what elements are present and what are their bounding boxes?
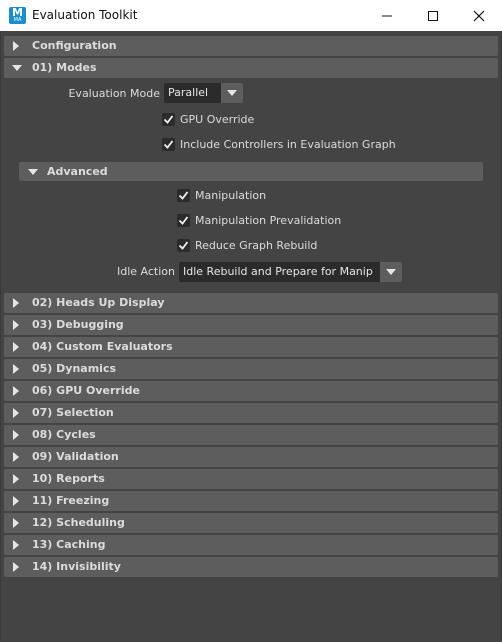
window-title: Evaluation Toolkit	[32, 8, 138, 22]
section-bar[interactable]: 02) Heads Up Display	[4, 293, 498, 313]
expand-arrow-icon	[13, 41, 19, 51]
section-bar[interactable]: 04) Custom Evaluators	[4, 337, 498, 357]
chevron-down-icon	[386, 269, 396, 275]
checkmark-icon	[178, 216, 189, 225]
subsection-label: Advanced	[47, 165, 108, 178]
section-bar[interactable]: 09) Validation	[4, 447, 498, 467]
section-label: 03) Debugging	[32, 318, 124, 331]
manipulation-checkbox[interactable]	[177, 189, 190, 202]
maximize-button[interactable]	[410, 0, 456, 31]
expand-arrow-icon	[13, 342, 19, 352]
maya-app-icon: M MA	[9, 6, 26, 24]
section-label: 04) Custom Evaluators	[32, 340, 173, 353]
title-bar: M MA Evaluation Toolkit	[0, 0, 502, 31]
checkmark-icon	[178, 241, 189, 250]
expand-arrow-icon	[13, 562, 19, 572]
section-modes[interactable]: 01) Modes	[4, 58, 498, 78]
idle-action-value: Idle Rebuild and Prepare for Manip	[183, 265, 373, 278]
manipulation-prevalidation-checkbox[interactable]	[177, 214, 190, 227]
section-bar[interactable]: 05) Dynamics	[4, 359, 498, 379]
section-bar[interactable]: 14) Invisibility	[4, 557, 498, 577]
evaluation-mode-value: Parallel	[168, 86, 209, 99]
include-controllers-checkbox[interactable]	[162, 138, 175, 151]
collapse-arrow-icon	[12, 65, 22, 71]
expand-arrow-icon	[13, 540, 19, 550]
collapse-arrow-icon	[28, 169, 38, 175]
section-bar[interactable]: 08) Cycles	[4, 425, 498, 445]
section-configuration[interactable]: Configuration	[4, 36, 498, 56]
section-label: 08) Cycles	[32, 428, 96, 441]
section-bar[interactable]: 12) Scheduling	[4, 513, 498, 533]
manipulation-label: Manipulation	[195, 189, 267, 202]
section-label: 07) Selection	[32, 406, 114, 419]
app-icon-sub: MA	[13, 17, 22, 23]
section-label: 05) Dynamics	[32, 362, 117, 375]
expand-arrow-icon	[13, 408, 19, 418]
dropdown-arrow-button[interactable]	[221, 83, 243, 103]
idle-action-label: Idle Action	[117, 265, 175, 278]
close-icon	[473, 10, 485, 22]
expand-arrow-icon	[13, 364, 19, 374]
section-bar[interactable]: 03) Debugging	[4, 315, 498, 335]
section-bar[interactable]: 10) Reports	[4, 469, 498, 489]
expand-arrow-icon	[13, 430, 19, 440]
expand-arrow-icon	[13, 474, 19, 484]
close-button[interactable]	[456, 0, 502, 31]
minimize-button[interactable]	[364, 0, 410, 31]
section-bar[interactable]: 06) GPU Override	[4, 381, 498, 401]
section-bar[interactable]: 13) Caching	[4, 535, 498, 555]
section-label: 12) Scheduling	[32, 516, 125, 529]
section-label: 13) Caching	[32, 538, 106, 551]
idle-action-dropdown[interactable]: Idle Rebuild and Prepare for Manip	[179, 262, 402, 282]
expand-arrow-icon	[13, 518, 19, 528]
section-label: 11) Freezing	[32, 494, 110, 507]
subsection-advanced[interactable]: Advanced	[19, 162, 483, 181]
section-label: 10) Reports	[32, 472, 105, 485]
dropdown-arrow-button[interactable]	[380, 262, 402, 282]
reduce-graph-rebuild-checkbox[interactable]	[177, 239, 190, 252]
checkmark-icon	[163, 140, 174, 149]
expand-arrow-icon	[13, 452, 19, 462]
expand-arrow-icon	[13, 298, 19, 308]
section-label: 01) Modes	[32, 61, 97, 74]
expand-arrow-icon	[13, 386, 19, 396]
gpu-override-checkbox[interactable]	[162, 113, 175, 126]
maximize-icon	[428, 11, 438, 21]
section-label: 02) Heads Up Display	[32, 296, 165, 309]
section-label: 14) Invisibility	[32, 560, 121, 573]
chevron-down-icon	[227, 90, 237, 96]
section-label: 09) Validation	[32, 450, 119, 463]
minimize-icon	[382, 15, 392, 17]
checkmark-icon	[178, 191, 189, 200]
checkmark-icon	[163, 115, 174, 124]
section-bar[interactable]: 07) Selection	[4, 403, 498, 423]
gpu-override-label: GPU Override	[180, 113, 255, 126]
expand-arrow-icon	[13, 496, 19, 506]
evaluation-mode-dropdown[interactable]: Parallel	[164, 83, 243, 103]
reduce-graph-rebuild-label: Reduce Graph Rebuild	[195, 239, 318, 252]
expand-arrow-icon	[13, 320, 19, 330]
manipulation-prevalidation-label: Manipulation Prevalidation	[195, 214, 342, 227]
section-label: Configuration	[32, 39, 117, 52]
include-controllers-label: Include Controllers in Evaluation Graph	[180, 138, 396, 151]
evaluation-mode-label: Evaluation Mode	[68, 87, 160, 100]
section-label: 06) GPU Override	[32, 384, 140, 397]
section-bar[interactable]: 11) Freezing	[4, 491, 498, 511]
